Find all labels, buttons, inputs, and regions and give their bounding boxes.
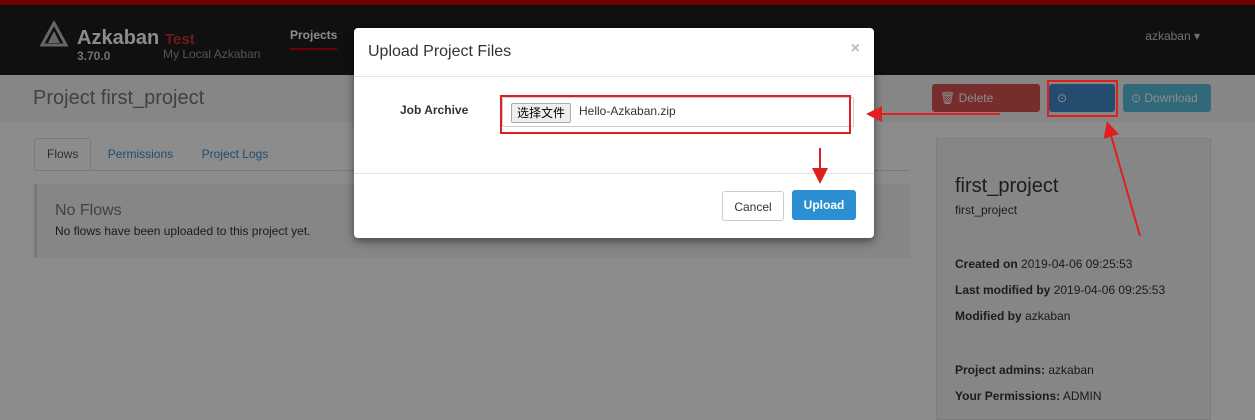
modal-divider xyxy=(354,76,874,77)
job-archive-label: Job Archive xyxy=(400,103,469,117)
modal-upload-button[interactable]: Upload xyxy=(792,190,856,220)
modal-title: Upload Project Files xyxy=(368,43,512,60)
cancel-button[interactable]: Cancel xyxy=(722,191,784,221)
annotation-upload-box xyxy=(1047,80,1118,117)
annotation-file-box xyxy=(500,95,851,134)
modal-footer-divider xyxy=(354,173,874,174)
close-icon[interactable]: × xyxy=(851,40,860,58)
